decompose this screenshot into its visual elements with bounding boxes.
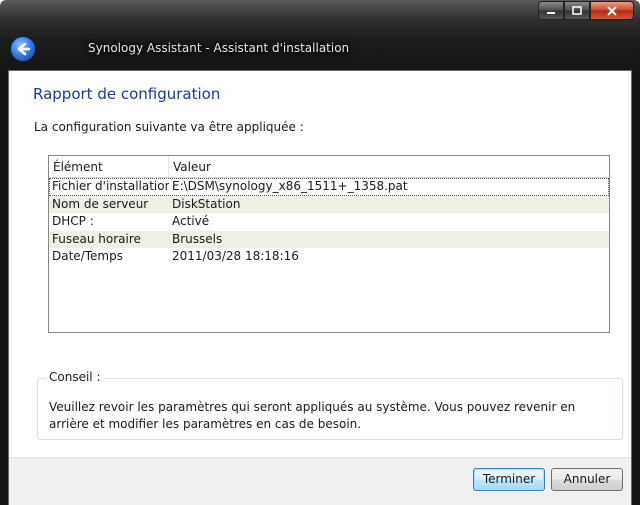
column-header-element[interactable]: Élément	[49, 156, 169, 177]
list-row[interactable]: Fichier d'installation E:\DSM\synology_x…	[49, 178, 609, 196]
row-key: Nom de serveur	[52, 196, 149, 211]
finish-button[interactable]: Terminer	[473, 468, 545, 491]
row-key: Fichier d'installation	[52, 179, 169, 193]
configuration-list[interactable]: Élément Valeur Fichier d'installation E:…	[48, 155, 610, 333]
list-row[interactable]: Date/Temps 2011/03/28 18:18:16	[49, 248, 609, 266]
back-button[interactable]	[10, 36, 36, 62]
cancel-button[interactable]: Annuler	[551, 468, 623, 491]
close-button[interactable]	[590, 1, 634, 20]
button-bar: Terminer Annuler	[9, 457, 631, 505]
row-value: Brussels	[172, 231, 223, 246]
row-key: Fuseau horaire	[52, 231, 141, 246]
page-subtitle: La configuration suivante va être appliq…	[34, 120, 304, 134]
tip-group: Conseil : Veuillez revoir les paramètres…	[37, 370, 623, 440]
row-value: DiskStation	[172, 196, 241, 211]
window-title: Synology Assistant - Assistant d'install…	[88, 41, 350, 55]
tip-legend: Conseil :	[46, 370, 104, 384]
maximize-icon	[572, 6, 582, 15]
row-value: E:\DSM\synology_x86_1511+_1358.pat	[172, 179, 408, 193]
title-bar: Synology Assistant - Assistant d'install…	[0, 0, 640, 70]
minimize-button[interactable]	[538, 1, 564, 20]
row-key: Date/Temps	[52, 249, 123, 263]
row-key: DHCP :	[52, 214, 94, 228]
close-icon	[607, 5, 617, 16]
column-header-value[interactable]: Valeur	[169, 156, 609, 177]
back-arrow-icon	[17, 42, 31, 56]
list-row[interactable]: Nom de serveur DiskStation	[49, 195, 609, 213]
tip-text: Veuillez revoir les paramètres qui seron…	[49, 400, 576, 431]
caption-buttons	[538, 1, 634, 20]
maximize-button[interactable]	[564, 1, 590, 20]
page-title: Rapport de configuration	[33, 85, 221, 103]
list-header: Élément Valeur	[49, 156, 609, 178]
wizard-content: Rapport de configuration La configuratio…	[8, 70, 632, 505]
list-row[interactable]: Fuseau horaire Brussels	[49, 230, 609, 248]
minimize-icon	[547, 11, 555, 14]
row-value: 2011/03/28 18:18:16	[172, 249, 299, 263]
row-value: Activé	[172, 214, 210, 228]
list-row[interactable]: DHCP : Activé	[49, 213, 609, 231]
wizard-window: Synology Assistant - Assistant d'install…	[0, 0, 640, 505]
